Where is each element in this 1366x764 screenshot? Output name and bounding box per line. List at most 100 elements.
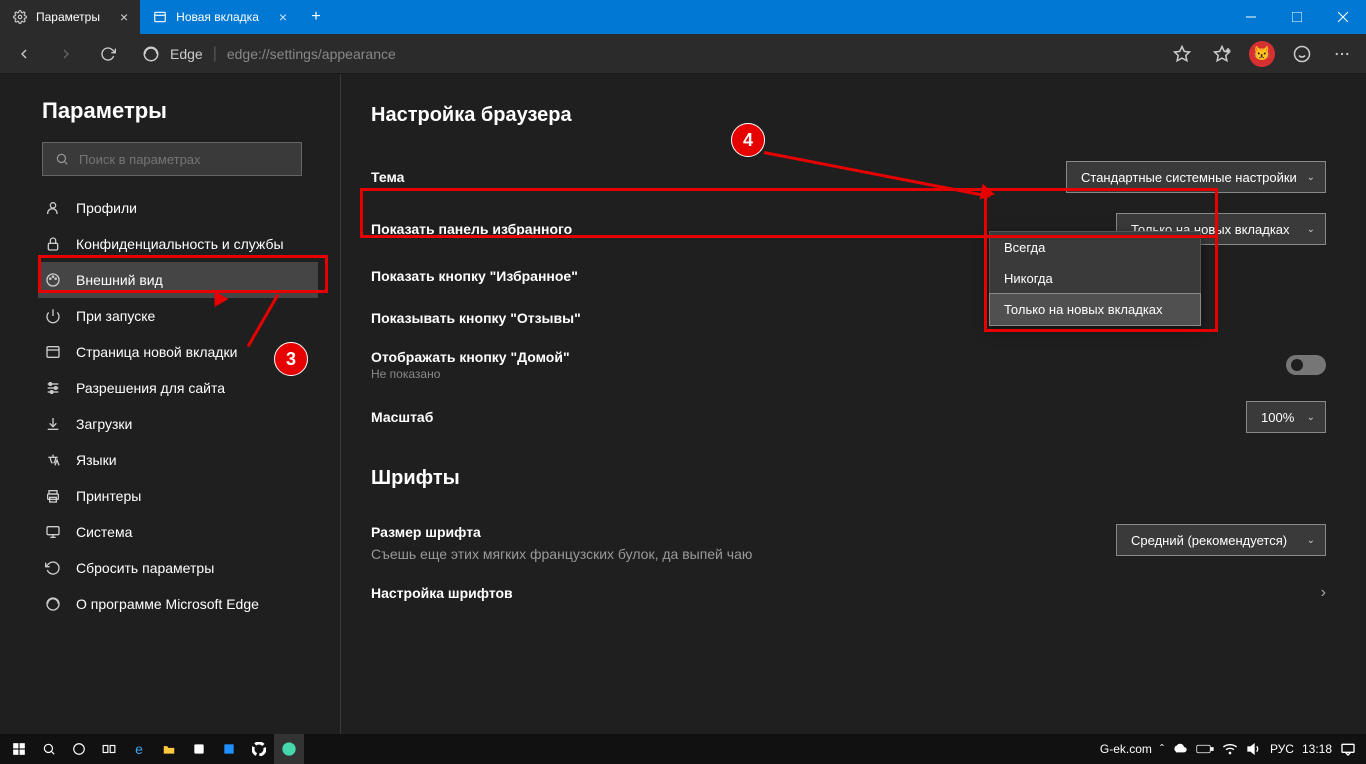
- avatar-icon: 😾: [1249, 41, 1275, 67]
- wifi-icon[interactable]: [1222, 743, 1238, 755]
- sidebar-item-downloads[interactable]: Загрузки: [38, 406, 318, 442]
- taskview-button[interactable]: [94, 734, 124, 764]
- dropdown-theme[interactable]: Стандартные системные настройки ⌄: [1066, 161, 1326, 193]
- sidebar-title: Параметры: [42, 98, 320, 124]
- close-window-button[interactable]: [1320, 0, 1366, 34]
- dropdown-font-size[interactable]: Средний (рекомендуется) ⌄: [1116, 524, 1326, 556]
- tray-chevron-icon[interactable]: ˆ: [1160, 742, 1164, 756]
- onedrive-icon[interactable]: [1172, 743, 1188, 755]
- new-tab-button[interactable]: +: [299, 0, 333, 34]
- tab-newtab[interactable]: Новая вкладка ×: [140, 0, 299, 34]
- refresh-button[interactable]: [90, 36, 126, 72]
- setting-home-button: Отображать кнопку "Домой" Не показано: [371, 339, 1326, 391]
- profile-button[interactable]: 😾: [1244, 36, 1280, 72]
- person-icon: [44, 200, 62, 216]
- taskbar: e G-ek.com ˆ РУС 13:18: [0, 734, 1366, 764]
- setting-font-custom[interactable]: Настройка шрифтов ›: [371, 572, 1326, 614]
- url-text: edge://settings/appearance: [227, 46, 396, 62]
- chevron-down-icon: ⌄: [1307, 412, 1315, 423]
- tab-label: Параметры: [36, 10, 100, 24]
- dropdown-zoom[interactable]: 100% ⌄: [1246, 401, 1326, 433]
- chevron-down-icon: ⌄: [1307, 535, 1315, 546]
- maximize-button[interactable]: [1274, 0, 1320, 34]
- cortana-button[interactable]: [64, 734, 94, 764]
- sidebar-item-onstart[interactable]: При запуске: [38, 298, 318, 334]
- toggle-home-button[interactable]: [1286, 355, 1326, 375]
- titlebar: Параметры × Новая вкладка × +: [0, 0, 1366, 34]
- taskbar-app-edge[interactable]: [274, 734, 304, 764]
- sidebar-item-system[interactable]: Система: [38, 514, 318, 550]
- tray-time[interactable]: 13:18: [1302, 742, 1332, 756]
- power-icon: [44, 308, 62, 324]
- search-field[interactable]: [79, 152, 289, 167]
- setting-theme: Тема Стандартные системные настройки ⌄: [371, 151, 1326, 203]
- search-button[interactable]: [34, 734, 64, 764]
- edge-logo-icon: [142, 45, 160, 63]
- reset-icon: [44, 560, 62, 576]
- sidebar: Параметры Профили Конфиденциальность и с…: [0, 74, 340, 734]
- tray-lang[interactable]: РУС: [1270, 742, 1294, 756]
- menu-button[interactable]: [1324, 36, 1360, 72]
- taskbar-app[interactable]: [244, 734, 274, 764]
- annotation-badge: 4: [731, 123, 765, 157]
- download-icon: [44, 416, 62, 432]
- edge-icon: [44, 596, 62, 612]
- forward-button[interactable]: [48, 36, 84, 72]
- dropdown-option[interactable]: Никогда: [990, 263, 1200, 294]
- section-title: Настройка браузера: [371, 104, 1326, 127]
- chevron-down-icon: ⌄: [1307, 224, 1315, 235]
- favorite-button[interactable]: [1164, 36, 1200, 72]
- annotation-badge: 3: [274, 342, 308, 376]
- back-button[interactable]: [6, 36, 42, 72]
- feedback-button[interactable]: [1284, 36, 1320, 72]
- dropdown-option[interactable]: Всегда: [990, 232, 1200, 263]
- start-button[interactable]: [4, 734, 34, 764]
- url-bar[interactable]: Edge | edge://settings/appearance: [132, 39, 1158, 69]
- section-title-fonts: Шрифты: [371, 467, 1326, 490]
- palette-icon: [44, 272, 62, 288]
- chevron-down-icon: ⌄: [1307, 172, 1315, 183]
- sidebar-item-reset[interactable]: Сбросить параметры: [38, 550, 318, 586]
- tab-settings[interactable]: Параметры ×: [0, 0, 140, 34]
- address-bar: Edge | edge://settings/appearance 😾: [0, 34, 1366, 74]
- minimize-button[interactable]: [1228, 0, 1274, 34]
- taskbar-app[interactable]: e: [124, 734, 154, 764]
- content: Настройка браузера Тема Стандартные сист…: [340, 74, 1366, 734]
- sidebar-item-languages[interactable]: Языки: [38, 442, 318, 478]
- dropdown-option[interactable]: Только на новых вкладках: [989, 293, 1201, 326]
- layout-icon: [44, 344, 62, 360]
- window-controls: [1228, 0, 1366, 34]
- printer-icon: [44, 488, 62, 504]
- monitor-icon: [44, 524, 62, 540]
- notifications-icon[interactable]: [1340, 742, 1356, 756]
- lock-icon: [44, 236, 62, 252]
- system-tray: G-ek.com ˆ РУС 13:18: [1100, 742, 1362, 756]
- sidebar-item-appearance[interactable]: Внешний вид: [38, 262, 318, 298]
- sidebar-item-privacy[interactable]: Конфиденциальность и службы: [38, 226, 318, 262]
- battery-icon[interactable]: [1196, 743, 1214, 755]
- sidebar-item-permissions[interactable]: Разрешения для сайта: [38, 370, 318, 406]
- tab-label: Новая вкладка: [176, 10, 259, 24]
- sidebar-item-about[interactable]: О программе Microsoft Edge: [38, 586, 318, 622]
- search-icon: [55, 152, 69, 166]
- setting-font-size: Размер шрифта Съешь еще этих мягких фран…: [371, 514, 1326, 572]
- chevron-right-icon: ›: [1321, 584, 1326, 602]
- dropdown-menu-favorites-panel: Всегда Никогда Только на новых вкладках: [989, 231, 1201, 326]
- taskbar-app[interactable]: [214, 734, 244, 764]
- brand-label: Edge: [170, 46, 203, 62]
- globe-icon: [44, 452, 62, 468]
- tray-site: G-ek.com: [1100, 742, 1152, 756]
- sidebar-item-printers[interactable]: Принтеры: [38, 478, 318, 514]
- page-icon: [152, 9, 168, 25]
- close-icon[interactable]: ×: [120, 9, 128, 25]
- volume-icon[interactable]: [1246, 742, 1262, 756]
- close-icon[interactable]: ×: [279, 9, 287, 25]
- setting-zoom: Масштаб 100% ⌄: [371, 391, 1326, 443]
- taskbar-app[interactable]: [184, 734, 214, 764]
- search-input[interactable]: [42, 142, 302, 176]
- favorites-list-button[interactable]: [1204, 36, 1240, 72]
- gear-icon: [12, 9, 28, 25]
- sliders-icon: [44, 380, 62, 396]
- taskbar-app[interactable]: [154, 734, 184, 764]
- sidebar-item-profiles[interactable]: Профили: [38, 190, 318, 226]
